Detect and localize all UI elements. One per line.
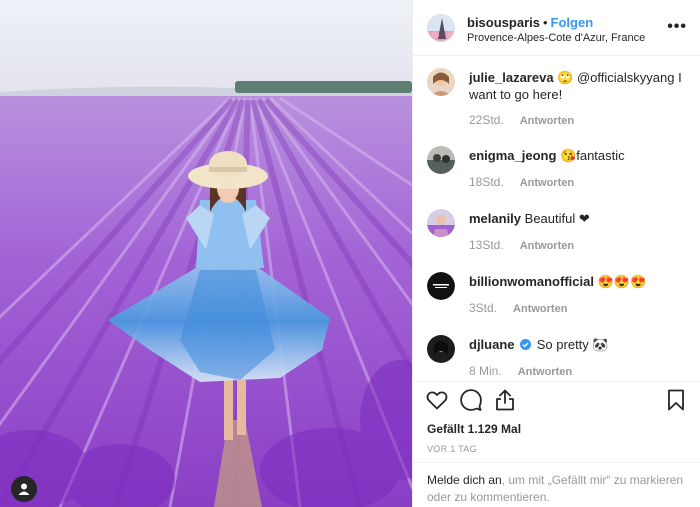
comment-username[interactable]: billionwomanofficial <box>469 274 594 289</box>
comment-item: julie_lazareva 🙄 @officialskyyang I want… <box>413 68 700 130</box>
comment-text: Beautiful ❤ <box>524 211 590 226</box>
comment-avatar[interactable] <box>427 209 455 237</box>
more-options-icon[interactable]: ••• <box>667 18 687 36</box>
comment-time[interactable]: 3Std. <box>469 301 497 315</box>
post-header: bisousparis • Folgen Provence-Alpes-Cote d… <box>413 0 700 56</box>
like-button[interactable] <box>425 388 449 412</box>
comment-meta: 8 Min. Antworten <box>469 364 572 378</box>
comment-body: enigma_jeong 😘fantastic <box>469 147 691 164</box>
share-icon <box>496 389 514 411</box>
eiffel-avatar-icon <box>428 15 454 41</box>
post-location[interactable]: Provence-Alpes-Cote d'Azur, France <box>467 32 645 44</box>
reply-button[interactable]: Antworten <box>520 115 574 127</box>
lavender-field-photo <box>0 0 412 507</box>
comment-username[interactable]: enigma_jeong <box>469 148 556 163</box>
post-timestamp[interactable]: VOR 1 TAG <box>427 444 477 454</box>
avatar-photo-icon <box>427 209 455 237</box>
post-side-panel: bisousparis • Folgen Provence-Alpes-Cote d… <box>412 0 700 507</box>
comment-time[interactable]: 22Std. <box>469 113 504 127</box>
comment-item: enigma_jeong 😘fantastic 18Std. Antworten <box>413 146 700 192</box>
comment-body: billionwomanofficial 😍😍😍 <box>469 273 691 290</box>
comment-time[interactable]: 8 Min. <box>469 364 502 378</box>
comment-text: 😘fantastic <box>560 148 625 163</box>
comment-username[interactable]: julie_lazareva <box>469 70 554 85</box>
comment-meta: 13Std. Antworten <box>469 238 574 252</box>
comment-text: So pretty 🐼 <box>536 337 609 352</box>
comment-button[interactable] <box>459 388 483 412</box>
author-avatar[interactable] <box>427 14 455 42</box>
action-bar <box>413 381 700 415</box>
share-button[interactable] <box>493 388 517 412</box>
user-icon <box>18 483 30 495</box>
tagged-users-button[interactable] <box>11 476 37 502</box>
comment-item: melanily Beautiful ❤ 13Std. Antworten <box>413 209 700 255</box>
avatar-photo-icon <box>427 335 455 363</box>
login-link[interactable]: Melde dich an <box>427 473 502 487</box>
comment-body: melanily Beautiful ❤ <box>469 210 691 227</box>
reply-button[interactable]: Antworten <box>513 303 567 315</box>
comment-icon <box>460 389 482 411</box>
comment-time[interactable]: 18Std. <box>469 175 504 189</box>
follow-button[interactable]: Folgen <box>551 15 594 30</box>
comment-avatar[interactable] <box>427 335 455 363</box>
bookmark-icon <box>668 389 684 411</box>
comment-username[interactable]: djluane <box>469 337 515 352</box>
comment-body: djluane So pretty 🐼 <box>469 336 691 353</box>
comment-body: julie_lazareva 🙄 @officialskyyang I want… <box>469 69 691 103</box>
comment-item: djluane So pretty 🐼 8 Min. Antworten <box>413 335 700 381</box>
verified-badge-icon <box>520 339 532 350</box>
reply-button[interactable]: Antworten <box>520 177 574 189</box>
save-button[interactable] <box>664 388 688 412</box>
likes-count[interactable]: Gefällt 1.129 Mal <box>427 422 521 436</box>
author-username[interactable]: bisousparis <box>467 15 540 30</box>
avatar-logo-icon <box>427 272 455 300</box>
author-line: bisousparis • Folgen <box>467 15 593 30</box>
comment-meta: 18Std. Antworten <box>469 175 574 189</box>
comment-username[interactable]: melanily <box>469 211 521 226</box>
heart-icon <box>426 391 448 410</box>
separator-dot: • <box>542 15 548 30</box>
reply-button[interactable]: Antworten <box>518 366 572 378</box>
comment-meta: 3Std. Antworten <box>469 301 567 315</box>
comment-text: 😍😍😍 <box>597 274 647 289</box>
comment-avatar[interactable] <box>427 146 455 174</box>
comment-item: billionwomanofficial 😍😍😍 3Std. Antworten <box>413 272 700 318</box>
avatar-photo-icon <box>427 146 455 174</box>
post-photo[interactable] <box>0 0 412 507</box>
avatar-photo-icon <box>427 68 455 96</box>
reply-button[interactable]: Antworten <box>520 240 574 252</box>
comment-meta: 22Std. Antworten <box>469 113 574 127</box>
comment-time[interactable]: 13Std. <box>469 238 504 252</box>
comment-avatar[interactable] <box>427 68 455 96</box>
comment-avatar[interactable] <box>427 272 455 300</box>
login-prompt: Melde dich an, um mit „Gefällt mir“ zu m… <box>413 462 700 507</box>
